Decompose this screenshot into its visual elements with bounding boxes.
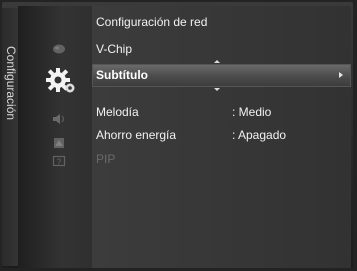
category-label: Configuración — [4, 46, 18, 121]
picture-icon[interactable] — [52, 43, 66, 55]
menu-item-label: Configuración de red — [96, 15, 208, 29]
menu-item-value: : Apagado — [232, 128, 287, 142]
menu-item-label: V-Chip — [96, 42, 133, 56]
menu-item-energy-saving[interactable]: Ahorro energía : Apagado — [92, 124, 351, 147]
channel-icon[interactable] — [52, 137, 66, 149]
menu-item-vchip[interactable]: V-Chip — [92, 38, 351, 61]
gear-icon[interactable] — [45, 66, 77, 96]
sound-icon[interactable] — [52, 113, 66, 125]
svg-text:?: ? — [57, 158, 62, 167]
menu-item-value: : Medio — [232, 105, 272, 119]
menu-item-network-settings[interactable]: Configuración de red — [92, 11, 351, 34]
input-icon[interactable]: ? — [52, 155, 66, 167]
menu-item-label: Ahorro energía — [96, 128, 177, 142]
menu-item-melody[interactable]: Melodía : Medio — [92, 101, 351, 124]
scroll-down-indicator-icon — [214, 88, 220, 91]
menu-item-label: PIP — [96, 152, 116, 166]
category-icon-column: ? — [18, 6, 105, 268]
menu-item-subtitle[interactable]: Subtítulo — [92, 64, 351, 87]
menu-item-label: Subtítulo — [96, 68, 148, 82]
chevron-right-icon — [339, 72, 343, 78]
category-label-column: Configuración — [2, 8, 18, 266]
menu-item-label: Melodía — [96, 105, 139, 119]
menu-item-pip: PIP — [92, 148, 351, 171]
scroll-up-indicator-icon — [214, 60, 220, 63]
tv-menu-screen: Configuración ? Configuración de red V-C… — [0, 0, 357, 271]
